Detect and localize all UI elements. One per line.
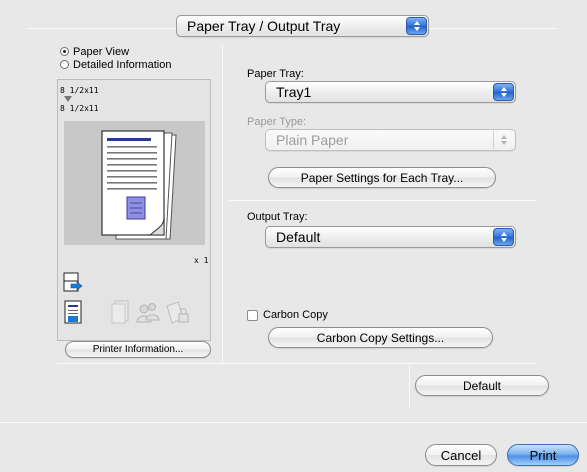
paper-tray-value: Tray1 [276,84,312,100]
paper-settings-button-label: Paper Settings for Each Tray... [300,170,464,185]
panel-divider [222,45,223,363]
section-popup[interactable]: Paper Tray / Output Tray [176,15,429,37]
carbon-copy-row[interactable]: Carbon Copy [247,309,328,321]
default-button-label: Default [462,378,502,393]
carbon-copy-label: Carbon Copy [263,309,328,321]
paper-type-label: Paper Type: [247,116,307,128]
radio-paper-view[interactable] [60,47,69,56]
printer-info-button[interactable]: Printer Information... [65,341,211,358]
top-divider-right [429,28,557,29]
paper-settings-button[interactable]: Paper Settings for Each Tray... [268,167,496,188]
carbon-copy-settings-button[interactable]: Carbon Copy Settings... [268,327,493,348]
view-option-detailed[interactable]: Detailed Information [60,59,171,71]
cancel-button[interactable]: Cancel [425,444,497,466]
popup-arrows-icon [493,228,514,246]
carbon-copy-checkbox[interactable] [247,309,258,321]
radio-detailed-info[interactable] [60,60,69,69]
view-option-detailed-label: Detailed Information [73,59,172,71]
lock-doc-icon [166,301,189,324]
paper-type-value: Plain Paper [276,132,349,148]
printer-output-icon [63,272,83,292]
output-tray-select[interactable]: Default [265,226,516,248]
top-divider [28,28,176,29]
view-option-paper-label: Paper View [73,46,130,58]
printer-info-button-label: Printer Information... [92,344,184,355]
print-button[interactable]: Print [507,444,579,466]
bottom-divider [57,363,537,364]
paper-size-bottom: 8 1/2x11 [60,104,99,113]
paper-type-select[interactable]: Plain Paper [265,129,516,151]
cancel-button-label: Cancel [440,447,482,463]
print-button-label: Print [529,447,557,463]
page-preview [64,121,205,245]
popup-arrows-icon [406,17,427,35]
paper-tray-select[interactable]: Tray1 [265,81,516,103]
carbon-copy-settings-button-label: Carbon Copy Settings... [316,330,445,345]
view-option-paper[interactable]: Paper View [60,46,129,58]
stapled-doc-icon [111,300,129,324]
default-divider [409,366,410,407]
popup-arrows-icon [493,83,514,101]
default-button[interactable]: Default [415,375,549,396]
paper-size-top: 8 1/2x11 [60,86,99,95]
users-icon [136,303,160,323]
copies-count: x 1 [194,256,209,265]
document-icon [64,300,82,324]
page-preview-graphic [101,130,177,240]
output-tray-value: Default [276,229,321,245]
output-tray-label: Output Tray: [247,211,308,223]
down-arrow-icon [64,96,72,102]
paper-tray-label: Paper Tray: [247,68,304,80]
preview-panel: 8 1/2x11 8 1/2x11 x 1 [57,79,211,341]
footer-divider [0,422,587,423]
mid-divider [229,200,537,201]
popup-arrows-icon [493,131,514,149]
section-popup-label: Paper Tray / Output Tray [187,18,341,34]
